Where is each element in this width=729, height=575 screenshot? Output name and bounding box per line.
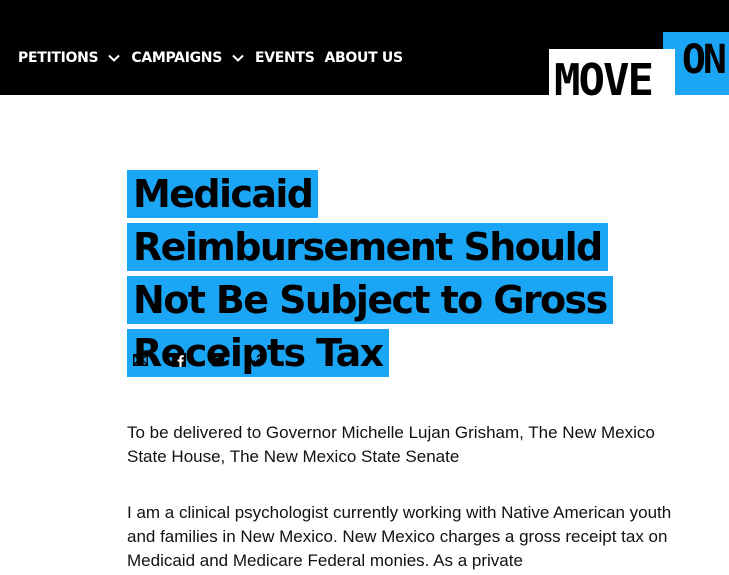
nav-about-us[interactable]: ABOUT US — [324, 50, 404, 66]
nav-campaigns-label: CAMPAIGNS — [131, 50, 222, 66]
link-icon[interactable] — [248, 351, 266, 369]
logo-on-text: ON — [681, 37, 727, 83]
twitter-icon[interactable] — [209, 351, 227, 369]
nav-events[interactable]: EVENTS — [255, 50, 315, 66]
chevron-down-icon — [108, 54, 121, 62]
chevron-down-icon — [232, 54, 244, 62]
site-header: PETITIONS CAMPAIGNS EVENTS ABOUT US MOVE… — [0, 0, 729, 103]
logo-move-text: MOVE — [554, 55, 654, 106]
nav-petitions-label: PETITIONS — [18, 50, 99, 66]
delivered-to-text: To be delivered to Governor Michelle Luj… — [127, 423, 655, 466]
petition-title-text: Medicaid Reimbursement Should Not Be Sub… — [127, 170, 613, 377]
petition-title: Medicaid Reimbursement Should Not Be Sub… — [127, 168, 627, 380]
main-nav: PETITIONS CAMPAIGNS EVENTS ABOUT US — [18, 50, 413, 66]
share-bar — [131, 351, 287, 369]
petition-title-block: Medicaid Reimbursement Should Not Be Sub… — [127, 168, 627, 380]
nav-campaigns[interactable]: CAMPAIGNS — [131, 50, 245, 66]
moveon-logo[interactable]: MOVE ON — [549, 32, 729, 103]
nav-events-label: EVENTS — [255, 50, 315, 66]
petition-body-text: I am a clinical psychologist currently w… — [127, 503, 672, 570]
nav-about-us-label: ABOUT US — [324, 50, 404, 66]
nav-petitions[interactable]: PETITIONS — [18, 50, 121, 66]
email-icon[interactable] — [131, 351, 149, 369]
facebook-icon[interactable] — [170, 351, 188, 369]
